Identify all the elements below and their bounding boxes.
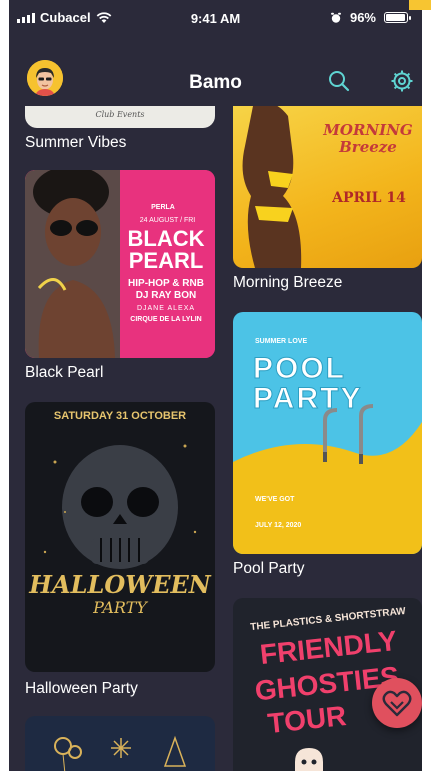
- event-card-black-pearl[interactable]: PERLA 24 AUGUST / FRI BLACK PEARL HIP-HO…: [25, 170, 215, 358]
- status-bar: Cubacel 9:41 AM 96%: [9, 0, 422, 36]
- flyer-kicker: SUMMER LOVE: [255, 338, 308, 345]
- flyer-date: SATURDAY 31 OCTOBER: [53, 410, 187, 422]
- flyer-brand: PERLA: [151, 204, 175, 211]
- flyer-guests: DJANE ALEXA: [136, 305, 196, 312]
- favorite-button[interactable]: [372, 678, 422, 728]
- event-title: Morning Breeze: [233, 274, 343, 291]
- nav-bar: Bamo: [9, 36, 422, 106]
- event-card-summer-vibes[interactable]: Club Events: [25, 106, 215, 128]
- settings-button[interactable]: [389, 68, 415, 94]
- event-feed[interactable]: Club Events Summer Vibes MORNING Breeze …: [9, 106, 422, 771]
- page-title: Bamo: [189, 72, 242, 93]
- flyer-genre: HIP-HOP & RNB: [128, 278, 204, 289]
- event-title: Summer Vibes: [25, 134, 127, 151]
- heart-icon: [382, 690, 412, 717]
- flyer-headline-2: PARTY: [93, 598, 147, 617]
- flyer-date: JULY 12, 2020: [255, 522, 302, 529]
- flyer-text: Club Events: [95, 110, 145, 119]
- search-button[interactable]: [326, 68, 352, 94]
- flyer-venue: CIRQUE DE LA LYLIN: [130, 316, 202, 323]
- battery-percent: 96%: [349, 10, 376, 25]
- battery-fill: [386, 14, 406, 21]
- corner-accent: [409, 0, 431, 10]
- event-title: Pool Party: [233, 560, 305, 577]
- flyer-headline: BLACK PEARL: [127, 226, 205, 273]
- flyer-date: APRIL 14: [332, 190, 406, 206]
- app-screen: Cubacel 9:41 AM 96% Bamo Club Events Sum…: [9, 0, 422, 771]
- event-title: Halloween Party: [25, 680, 138, 697]
- battery-icon: [384, 12, 411, 23]
- gear-icon: [391, 70, 413, 92]
- balloon-icon: [54, 735, 187, 771]
- search-icon: [329, 71, 350, 92]
- event-card-pool-party[interactable]: SUMMER LOVE POOL PARTY WE'VE GOT JULY 12…: [233, 312, 422, 554]
- alarm-icon: [330, 12, 341, 23]
- flyer-headline: MORNING Breeze: [323, 121, 413, 156]
- flyer-date: 24 AUGUST / FRI: [139, 217, 196, 224]
- event-title: Black Pearl: [25, 364, 104, 381]
- ghost-icon: [295, 748, 323, 771]
- event-card-party[interactable]: [25, 716, 215, 771]
- event-card-morning-breeze[interactable]: MORNING Breeze APRIL 14: [233, 106, 422, 268]
- flyer-headline-2: PARTY: [252, 382, 363, 416]
- flyer-dj: DJ RAY BON: [135, 290, 197, 301]
- event-card-halloween-party[interactable]: SATURDAY 31 OCTOBER HALLOWEEN PARTY: [25, 402, 215, 672]
- skull-illustration: [43, 444, 197, 593]
- pool-illustration: [233, 404, 422, 554]
- flyer-headline-1: POOL: [252, 352, 347, 386]
- flyer-headline-1: HALLOWEEN: [29, 570, 211, 599]
- status-right: 96%: [330, 10, 411, 25]
- flyer-lineup: WE'VE GOT: [255, 496, 295, 503]
